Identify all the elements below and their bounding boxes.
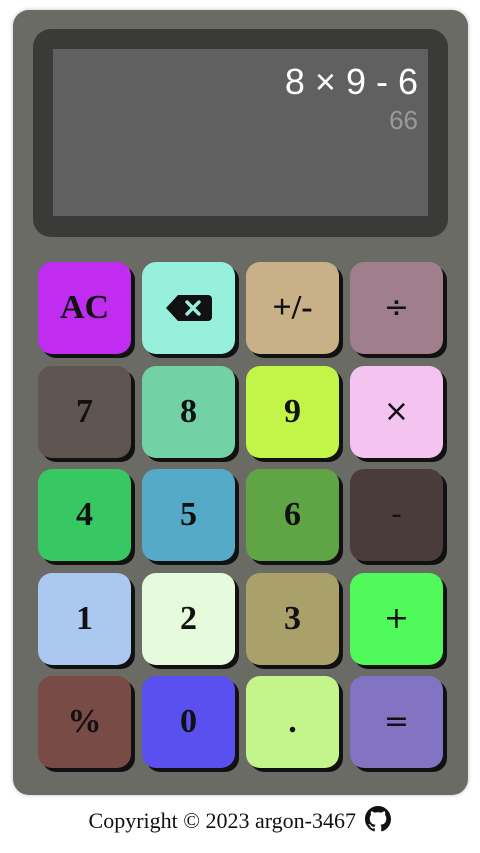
equals-label: = bbox=[383, 704, 410, 739]
digit-8-button[interactable]: 8 bbox=[142, 366, 235, 458]
digit-9-label: 9 bbox=[284, 393, 301, 430]
digit-6-label: 6 bbox=[284, 496, 301, 533]
equals-button[interactable]: = bbox=[350, 676, 443, 768]
backspace-icon bbox=[165, 295, 212, 321]
digit-8-label: 8 bbox=[180, 393, 197, 430]
display-screen: 8 × 9 - 6 66 bbox=[53, 49, 428, 216]
decimal-label: . bbox=[288, 703, 297, 740]
multiply-label: × bbox=[383, 394, 410, 429]
expression-display: 8 × 9 - 6 bbox=[284, 61, 418, 102]
digit-7-button[interactable]: 7 bbox=[38, 366, 131, 458]
digit-5-label: 5 bbox=[180, 496, 197, 533]
clear-button[interactable]: AC bbox=[38, 262, 131, 354]
subtract-button[interactable]: - bbox=[350, 469, 443, 561]
copyright-text: Copyright © 2023 argon-3467 bbox=[88, 808, 356, 833]
footer: Copyright © 2023 argon-3467 bbox=[0, 806, 480, 838]
percent-button[interactable]: % bbox=[38, 676, 131, 768]
digit-4-button[interactable]: 4 bbox=[38, 469, 131, 561]
add-label: + bbox=[383, 601, 410, 636]
calculator: 8 × 9 - 6 66 AC +/- ÷ 7 8 9 × 4 5 6 - 1 2 3 +% 0. = bbox=[13, 10, 468, 795]
digit-9-button[interactable]: 9 bbox=[246, 366, 339, 458]
digit-2-label: 2 bbox=[180, 600, 197, 637]
digit-7-label: 7 bbox=[76, 393, 93, 430]
percent-label: % bbox=[67, 703, 102, 740]
decimal-button[interactable]: . bbox=[246, 676, 339, 768]
digit-0-button[interactable]: 0 bbox=[142, 676, 235, 768]
github-icon[interactable] bbox=[365, 806, 392, 838]
backspace-button[interactable] bbox=[142, 262, 235, 354]
digit-2-button[interactable]: 2 bbox=[142, 573, 235, 665]
divide-button[interactable]: ÷ bbox=[350, 262, 443, 354]
clear-label: AC bbox=[59, 289, 110, 326]
display-frame: 8 × 9 - 6 66 bbox=[33, 29, 448, 237]
digit-5-button[interactable]: 5 bbox=[142, 469, 235, 561]
digit-4-label: 4 bbox=[76, 496, 93, 533]
multiply-button[interactable]: × bbox=[350, 366, 443, 458]
negate-label: +/- bbox=[272, 289, 313, 326]
digit-6-button[interactable]: 6 bbox=[246, 469, 339, 561]
subtract-label: - bbox=[391, 497, 402, 532]
result-preview: 66 bbox=[389, 105, 418, 135]
negate-button[interactable]: +/- bbox=[246, 262, 339, 354]
keypad: AC +/- ÷ 7 8 9 × 4 5 6 - 1 2 3 +% 0. = bbox=[38, 262, 448, 772]
add-button[interactable]: + bbox=[350, 573, 443, 665]
digit-1-label: 1 bbox=[76, 600, 93, 637]
digit-1-button[interactable]: 1 bbox=[38, 573, 131, 665]
digit-3-label: 3 bbox=[284, 600, 301, 637]
digit-0-label: 0 bbox=[180, 703, 197, 740]
digit-3-button[interactable]: 3 bbox=[246, 573, 339, 665]
divide-label: ÷ bbox=[383, 290, 410, 325]
